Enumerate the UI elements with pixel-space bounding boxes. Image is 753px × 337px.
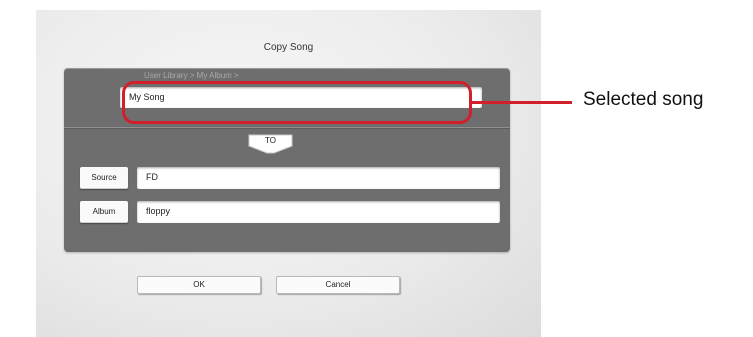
callout-label: Selected song	[583, 89, 704, 110]
album-field[interactable]: floppy	[137, 201, 500, 223]
selected-song-highlight	[122, 81, 472, 124]
album-button[interactable]: Album	[80, 201, 128, 223]
breadcrumb: User Library > My Album >	[144, 71, 239, 80]
to-tag: TO	[248, 134, 293, 154]
to-label: TO	[265, 136, 276, 145]
ok-button[interactable]: OK	[137, 276, 261, 294]
panel-divider-shadow	[64, 128, 510, 129]
source-field[interactable]: FD	[137, 167, 500, 189]
dialog-title: Copy Song	[263, 42, 314, 53]
copy-song-screen: Copy Song User Library > My Album > My S…	[36, 10, 541, 337]
cancel-button[interactable]: Cancel	[276, 276, 400, 294]
callout-line	[472, 101, 572, 104]
source-button[interactable]: Source	[80, 167, 128, 189]
